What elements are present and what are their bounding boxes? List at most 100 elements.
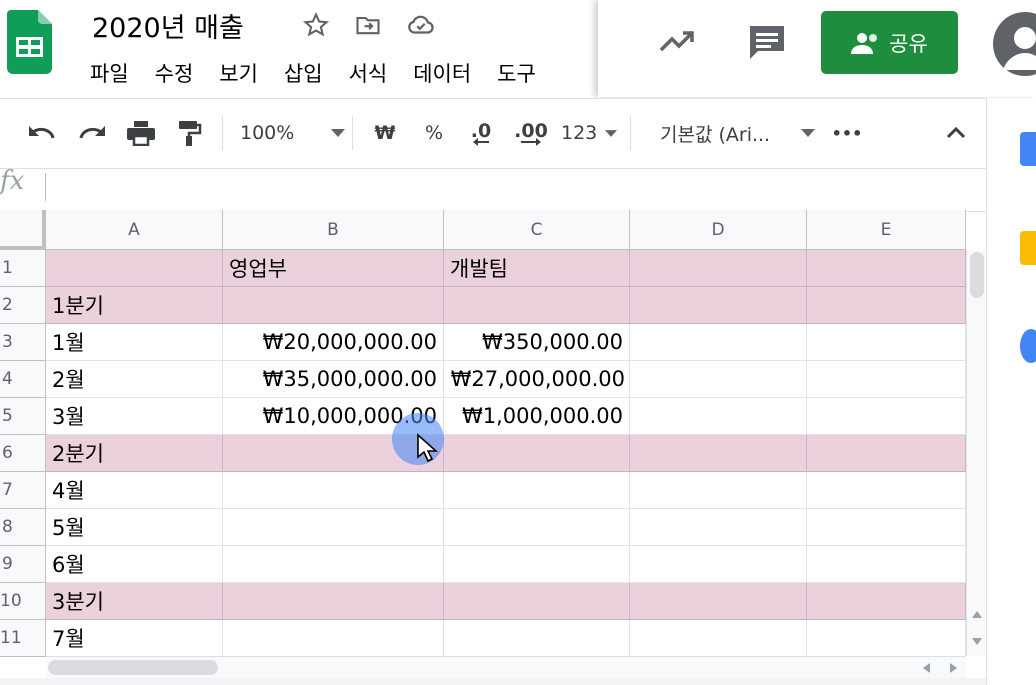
row-header-5[interactable]: 5 bbox=[0, 398, 46, 435]
scroll-down-icon[interactable] bbox=[972, 638, 982, 646]
more-options-button[interactable]: ••• bbox=[830, 117, 864, 149]
menu-edit[interactable]: 수정 bbox=[155, 58, 194, 88]
cloud-saved-icon[interactable] bbox=[406, 10, 436, 40]
cell-a7[interactable]: 4월 bbox=[46, 472, 223, 509]
currency-format-button[interactable]: ₩ bbox=[370, 117, 400, 149]
row-header-11[interactable]: 11 bbox=[0, 620, 46, 657]
document-title[interactable]: 2020년 매출 bbox=[92, 6, 244, 45]
calendar-icon[interactable] bbox=[1020, 132, 1036, 166]
cell-d6[interactable] bbox=[630, 435, 807, 472]
cell-d10[interactable] bbox=[630, 583, 807, 620]
cell-b3[interactable]: ₩20,000,000.00 bbox=[223, 324, 444, 361]
row-header-4[interactable]: 4 bbox=[0, 361, 46, 398]
cell-e9[interactable] bbox=[807, 546, 966, 583]
select-all-corner[interactable] bbox=[0, 210, 46, 250]
row-header-10[interactable]: 10 bbox=[0, 583, 46, 620]
cell-e4[interactable] bbox=[807, 361, 966, 398]
cell-b8[interactable] bbox=[223, 509, 444, 546]
decrease-decimal-button[interactable]: .0 bbox=[464, 117, 498, 149]
row-header-9[interactable]: 9 bbox=[0, 546, 46, 583]
undo-icon[interactable] bbox=[24, 117, 60, 149]
cell-d9[interactable] bbox=[630, 546, 807, 583]
cell-e6[interactable] bbox=[807, 435, 966, 472]
keep-icon[interactable] bbox=[1020, 231, 1036, 265]
cell-a1[interactable] bbox=[46, 250, 223, 287]
row-header-1[interactable]: 1 bbox=[0, 250, 46, 287]
cell-d5[interactable] bbox=[630, 398, 807, 435]
cell-c4[interactable]: ₩27,000,000.00 bbox=[444, 361, 630, 398]
redo-icon[interactable] bbox=[74, 117, 110, 149]
cell-d11[interactable] bbox=[630, 620, 807, 657]
cell-b7[interactable] bbox=[223, 472, 444, 509]
cell-b1[interactable]: 영업부 bbox=[223, 250, 444, 287]
scroll-up-icon[interactable] bbox=[972, 610, 982, 618]
cell-d7[interactable] bbox=[630, 472, 807, 509]
zoom-select[interactable]: 100% bbox=[240, 117, 345, 149]
menu-file[interactable]: 파일 bbox=[90, 58, 129, 88]
scroll-right-icon[interactable] bbox=[950, 663, 958, 673]
font-select[interactable]: 기본값 (Ari... bbox=[660, 117, 815, 149]
column-header-d[interactable]: D bbox=[630, 210, 807, 250]
increase-decimal-button[interactable]: .00 bbox=[512, 117, 550, 149]
menu-view[interactable]: 보기 bbox=[219, 58, 258, 88]
column-header-e[interactable]: E bbox=[807, 210, 966, 250]
cell-a9[interactable]: 6월 bbox=[46, 546, 223, 583]
cell-c2[interactable] bbox=[444, 287, 630, 324]
cell-c6[interactable] bbox=[444, 435, 630, 472]
menu-format[interactable]: 서식 bbox=[349, 58, 388, 88]
cell-b10[interactable] bbox=[223, 583, 444, 620]
cell-a11[interactable]: 7월 bbox=[46, 620, 223, 657]
cell-c11[interactable] bbox=[444, 620, 630, 657]
vertical-scrollbar[interactable] bbox=[966, 250, 987, 656]
column-header-a[interactable]: A bbox=[46, 210, 223, 250]
cell-c10[interactable] bbox=[444, 583, 630, 620]
move-to-folder-icon[interactable] bbox=[353, 10, 383, 40]
cell-b9[interactable] bbox=[223, 546, 444, 583]
cell-a2[interactable]: 1분기 bbox=[46, 287, 223, 324]
column-header-b[interactable]: B bbox=[223, 210, 444, 250]
menu-data[interactable]: 데이터 bbox=[413, 58, 471, 88]
cell-e2[interactable] bbox=[807, 287, 966, 324]
cell-d8[interactable] bbox=[630, 509, 807, 546]
cell-a4[interactable]: 2월 bbox=[46, 361, 223, 398]
cell-d1[interactable] bbox=[630, 250, 807, 287]
cell-e10[interactable] bbox=[807, 583, 966, 620]
cell-d4[interactable] bbox=[630, 361, 807, 398]
cell-e7[interactable] bbox=[807, 472, 966, 509]
print-icon[interactable] bbox=[123, 117, 159, 149]
cell-b4[interactable]: ₩35,000,000.00 bbox=[223, 361, 444, 398]
percent-format-button[interactable]: % bbox=[420, 117, 448, 149]
cell-a8[interactable]: 5월 bbox=[46, 509, 223, 546]
menu-tools[interactable]: 도구 bbox=[497, 58, 536, 88]
row-header-2[interactable]: 2 bbox=[0, 287, 46, 324]
row-header-6[interactable]: 6 bbox=[0, 435, 46, 472]
cell-e8[interactable] bbox=[807, 509, 966, 546]
cell-c5[interactable]: ₩1,000,000.00 bbox=[444, 398, 630, 435]
cell-a5[interactable]: 3월 bbox=[46, 398, 223, 435]
sheets-logo-icon[interactable] bbox=[7, 10, 52, 74]
tasks-icon[interactable] bbox=[1020, 329, 1036, 363]
row-header-7[interactable]: 7 bbox=[0, 472, 46, 509]
collapse-icon[interactable] bbox=[940, 117, 972, 149]
cell-c8[interactable] bbox=[444, 509, 630, 546]
vertical-scroll-thumb[interactable] bbox=[970, 252, 984, 298]
cell-c1[interactable]: 개발팀 bbox=[444, 250, 630, 287]
star-icon[interactable] bbox=[301, 10, 331, 40]
horizontal-scroll-thumb[interactable] bbox=[48, 660, 218, 675]
cell-c3[interactable]: ₩350,000.00 bbox=[444, 324, 630, 361]
more-formats-select[interactable]: 123 bbox=[561, 117, 617, 149]
menu-insert[interactable]: 삽입 bbox=[284, 58, 323, 88]
comment-icon[interactable] bbox=[748, 24, 786, 60]
scroll-left-icon[interactable] bbox=[922, 663, 930, 673]
row-header-3[interactable]: 3 bbox=[0, 324, 46, 361]
share-button[interactable]: 공유 bbox=[821, 11, 958, 74]
cell-a6[interactable]: 2분기 bbox=[46, 435, 223, 472]
row-header-8[interactable]: 8 bbox=[0, 509, 46, 546]
formula-input[interactable] bbox=[52, 172, 952, 204]
cell-c9[interactable] bbox=[444, 546, 630, 583]
cell-d3[interactable] bbox=[630, 324, 807, 361]
paint-format-icon[interactable] bbox=[172, 117, 208, 149]
column-header-c[interactable]: C bbox=[444, 210, 630, 250]
cell-e11[interactable] bbox=[807, 620, 966, 657]
cell-c7[interactable] bbox=[444, 472, 630, 509]
